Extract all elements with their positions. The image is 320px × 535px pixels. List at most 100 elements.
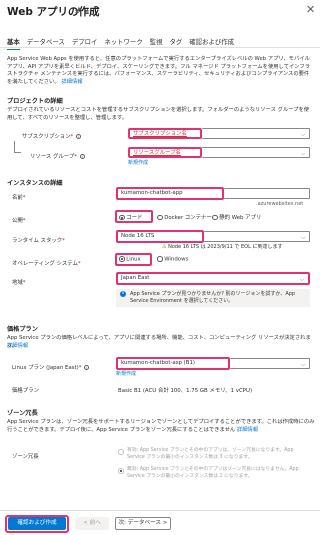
info-icon[interactable]: i xyxy=(75,134,81,139)
tree-connector xyxy=(14,141,21,153)
zone-label: ゾーン冗長 xyxy=(12,454,39,460)
resource-group-create-new-link[interactable]: 新規作成 xyxy=(128,160,148,168)
pricing-plan-value: Basic B1 (ACU 合計 100、1.75 GB メモリ、1 vCPU) xyxy=(118,388,253,394)
warning-icon: ⚠ xyxy=(162,244,167,250)
chevron-down-icon: ⌵ xyxy=(300,277,304,283)
os-label: オペレーティング システム* xyxy=(12,261,81,267)
next-button[interactable]: 次: データベース > xyxy=(115,517,171,530)
name-label: 名前* xyxy=(12,195,26,201)
chevron-down-icon: ⌵ xyxy=(301,151,305,157)
intro-desc: App Service Web Apps を使用すると、任意のプラットフォームで… xyxy=(7,56,311,85)
zone-enabled-radio[interactable]: 有効: App Service プランとその中のアプリは、ゾーン冗長になります。… xyxy=(118,448,312,461)
plan-select[interactable]: kumamon-chatbot-asp (B1) xyxy=(116,357,230,370)
plan-select-ext[interactable]: ⌵ xyxy=(230,358,310,369)
publish-static-label: 静的 Web アプリ xyxy=(219,215,262,221)
project-desc: デプロイされているリソースとコストを管理するサブスクリプションを選択します。フォ… xyxy=(7,107,310,121)
tab-basics[interactable]: 基本 xyxy=(7,37,20,50)
region-label-text: 地域 xyxy=(12,280,23,286)
tab-deploy[interactable]: デプロイ xyxy=(72,37,98,50)
instance-heading: インスタンスの詳細 xyxy=(7,180,63,187)
resource-group-select-ext[interactable]: ⌵ xyxy=(202,147,310,158)
zone-disabled-radio[interactable]: 無効: App Service プランとその中のアプリはゾーン冗長にはなりません… xyxy=(118,467,312,480)
info-icon[interactable]: i xyxy=(79,154,85,159)
radio-selected-icon xyxy=(118,468,124,474)
more-options-icon[interactable]: … xyxy=(86,3,96,13)
footer-divider xyxy=(0,510,320,511)
os-label-text: オペレーティング システム xyxy=(12,261,78,267)
plan-label-text: Linux プラン (Japan East) xyxy=(12,365,79,371)
name-label-text: 名前 xyxy=(12,195,23,201)
resource-group-label: リソース グループ* i xyxy=(30,154,85,160)
tab-review-create[interactable]: 確認および作成 xyxy=(189,37,234,50)
runtime-label-text: ランタイム スタック xyxy=(12,238,63,244)
region-label: 地域* xyxy=(12,280,26,286)
tab-monitoring[interactable]: 監視 xyxy=(150,37,163,50)
intro-text: App Service Web Apps を使用すると、任意のプラットフォームで… xyxy=(7,56,313,86)
zone-disabled-label: 無効: App Service プランとその中のアプリはゾーン冗長にはなりません… xyxy=(127,467,299,479)
info-icon: i xyxy=(120,291,126,297)
chevron-down-icon: ⌵ xyxy=(301,235,305,241)
chevron-down-icon: ⌵ xyxy=(301,132,305,138)
region-select[interactable]: Japan East ⌵ xyxy=(116,272,310,285)
runtime-label: ランタイム スタック* xyxy=(12,238,65,244)
subscription-label-text: サブスクリプション xyxy=(22,134,71,140)
review-create-button[interactable]: 確認および作成 xyxy=(8,517,66,530)
zone-learn-more-link[interactable]: 詳細情報 xyxy=(237,427,258,433)
subscription-select-ext[interactable]: ⌵ xyxy=(202,128,310,139)
pricing-learn-more-link[interactable]: 詳細情報 xyxy=(7,343,28,351)
zone-desc-text: App Service プランは、ゾーン冗長をサポートするリージョンでゾーンとし… xyxy=(7,419,315,433)
tab-database[interactable]: データベース xyxy=(27,37,65,50)
os-linux-label: Linux xyxy=(126,256,141,263)
publish-code-label: コード xyxy=(126,215,143,221)
runtime-warning: ⚠ Node 16 LTS は 2023/9/11 で EOL に到達します xyxy=(162,243,282,250)
runtime-warning-text: Node 16 LTS は 2023/9/11 で EOL に到達します xyxy=(168,244,283,250)
intro-learn-more-link[interactable]: 詳細情報 xyxy=(61,79,82,85)
subscription-value: サブスクリプション名 xyxy=(133,131,187,137)
os-windows-radio[interactable]: Windows xyxy=(157,256,188,262)
radio-selected-icon xyxy=(119,214,125,221)
prev-button[interactable]: < 前へ xyxy=(75,517,109,530)
close-icon[interactable]: ✕ xyxy=(306,3,315,16)
runtime-select[interactable]: Node 16 LTS xyxy=(116,230,204,243)
region-value: Japan East xyxy=(121,275,150,281)
publish-static-radio[interactable]: 静的 Web アプリ xyxy=(212,213,261,221)
app-name-value: kumamon-chatbot-app xyxy=(121,190,183,196)
publish-docker-label: Docker コンテナー xyxy=(164,215,212,221)
os-windows-label: Windows xyxy=(164,256,189,263)
tab-tags[interactable]: タグ xyxy=(170,37,183,50)
region-info-note: i App Service プランが見つかりませんか? 別のリージョンを試すか、… xyxy=(116,289,310,307)
tab-bar: 基本 データベース デプロイ ネットワーク 監視 タグ 確認および作成 xyxy=(7,37,234,50)
plan-value: kumamon-chatbot-asp (B1) xyxy=(121,360,195,366)
zone-heading: ゾーン冗長 xyxy=(7,410,38,417)
tab-network[interactable]: ネットワーク xyxy=(104,37,142,50)
app-name-input-ext[interactable] xyxy=(224,188,310,199)
radio-icon xyxy=(157,256,163,262)
app-name-input[interactable]: kumamon-chatbot-app xyxy=(116,187,224,200)
publish-code-radio[interactable]: コード xyxy=(119,213,142,221)
region-note-text: App Service プランが見つかりませんか? 別のリージョンを試すか、Ap… xyxy=(130,291,296,304)
pin-icon[interactable]: 🖈 xyxy=(74,5,81,19)
subscription-label: サブスクリプション* i xyxy=(22,134,81,140)
plan-label: Linux プラン (Japan East)* i xyxy=(12,365,90,371)
os-linux-radio[interactable]: Linux xyxy=(119,256,141,262)
publish-docker-radio[interactable]: Docker コンテナー xyxy=(157,213,212,221)
info-icon[interactable]: i xyxy=(84,365,90,370)
radio-selected-icon xyxy=(119,256,125,262)
radio-icon xyxy=(118,449,124,455)
chevron-down-icon: ⌵ xyxy=(301,362,305,368)
publish-label: 公開* xyxy=(12,218,26,224)
zone-desc: App Service プランは、ゾーン冗長をサポートするリージョンでゾーンとし… xyxy=(7,419,315,434)
pricing-heading: 価格プラン xyxy=(7,326,38,333)
resource-group-value: リソースグループ名 xyxy=(133,150,181,156)
name-suffix: .azurewebsites.net xyxy=(256,201,304,207)
tab-divider xyxy=(0,47,320,48)
publish-label-text: 公開 xyxy=(12,218,23,224)
resource-group-label-text: リソース グループ xyxy=(30,154,75,160)
project-heading: プロジェクトの詳細 xyxy=(7,98,63,105)
zone-enabled-label: 有効: App Service プランとその中のアプリは、ゾーン冗長になります。… xyxy=(127,448,294,460)
runtime-select-ext[interactable]: ⌵ xyxy=(204,231,310,242)
subscription-select[interactable]: サブスクリプション名 xyxy=(128,128,202,139)
resource-group-select[interactable]: リソースグループ名 xyxy=(128,147,202,158)
runtime-value: Node 16 LTS xyxy=(121,233,155,239)
plan-create-new-link[interactable]: 新規作成 xyxy=(116,371,136,379)
